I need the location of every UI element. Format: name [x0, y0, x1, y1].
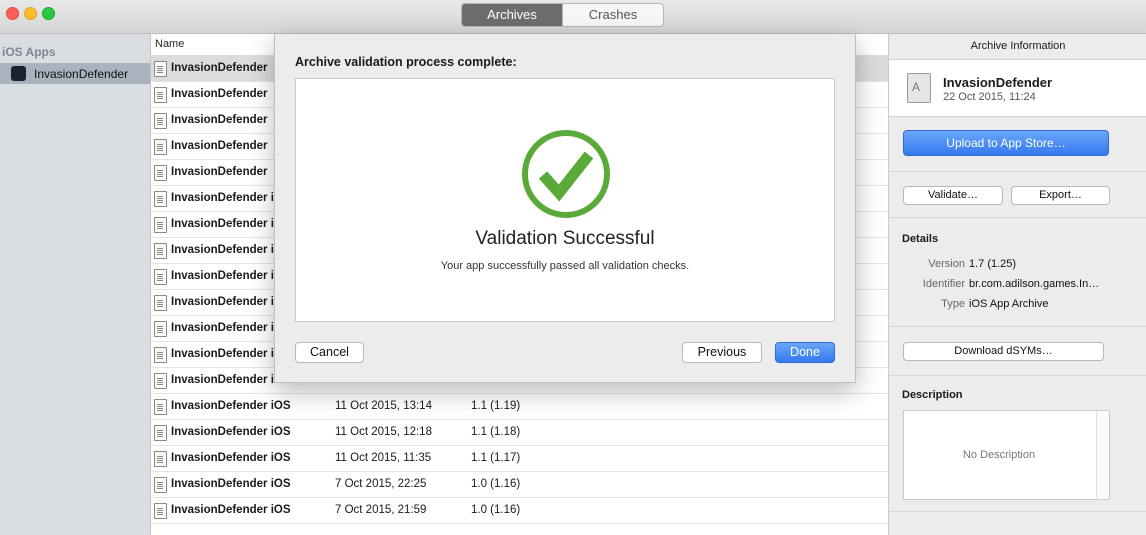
archive-file-icon — [154, 269, 167, 285]
row-name: InvasionDefender i — [171, 192, 274, 204]
dialog-title: Archive validation process complete: — [295, 55, 517, 69]
archive-date: 22 Oct 2015, 11:24 — [943, 91, 1036, 103]
dialog-heading: Validation Successful — [475, 228, 655, 249]
download-dsyms-button[interactable]: Download dSYMs… — [903, 342, 1104, 361]
table-row[interactable]: InvasionDefender iOS 11 Oct 2015, 13:14 1.… — [151, 394, 888, 420]
export-button[interactable]: Export… — [1011, 186, 1110, 205]
archive-file-icon — [154, 295, 167, 311]
archive-file-icon — [154, 373, 167, 389]
sidebar: iOS Apps InvasionDefender — [0, 34, 151, 535]
dialog-message: Your app successfully passed all validat… — [440, 260, 690, 272]
archive-file-icon — [154, 503, 167, 519]
divider — [889, 217, 1146, 218]
archive-info-panel: Archive Information A InvasionDefender 2… — [888, 34, 1146, 535]
row-name: InvasionDefender — [171, 88, 268, 100]
app-icon — [11, 66, 26, 81]
row-name: InvasionDefender — [171, 62, 268, 74]
window-minimize-button[interactable] — [24, 7, 37, 20]
info-panel-title: Archive Information — [889, 34, 1146, 60]
organizer-tab-control: Archives Crashes — [461, 3, 664, 27]
upload-to-app-store-button[interactable]: Upload to App Store… — [903, 130, 1109, 156]
row-date: 11 Oct 2015, 11:35 — [335, 452, 432, 464]
row-name: InvasionDefender i — [171, 296, 274, 308]
row-version: 1.1 (1.17) — [471, 452, 521, 464]
window-close-button[interactable] — [6, 7, 19, 20]
archive-file-icon — [154, 399, 167, 415]
archive-file-icon — [154, 477, 167, 493]
description-field[interactable]: No Description — [903, 410, 1110, 500]
row-version: 1.0 (1.16) — [471, 504, 521, 516]
row-date: 11 Oct 2015, 13:14 — [335, 400, 432, 412]
detail-value-identifier: br.com.adilson.games.In… — [969, 278, 1100, 290]
row-name: InvasionDefender i — [171, 244, 274, 256]
window-titlebar: Archives Crashes — [0, 0, 1146, 34]
row-version: 1.1 (1.18) — [471, 426, 521, 438]
archive-file-icon — [154, 191, 167, 207]
done-button[interactable]: Done — [775, 342, 835, 363]
detail-key-version: Version — [928, 258, 965, 270]
validation-dialog: Archive validation process complete: Val… — [274, 34, 856, 383]
divider — [889, 375, 1146, 376]
tab-archives[interactable]: Archives — [462, 4, 562, 26]
archive-file-icon — [154, 217, 167, 233]
row-name: InvasionDefender — [171, 166, 268, 178]
sidebar-item-invasiondefender[interactable]: InvasionDefender — [0, 63, 150, 84]
description-scrollbar[interactable] — [1096, 411, 1109, 499]
row-name: InvasionDefender i — [171, 218, 274, 230]
detail-value-version: 1.7 (1.25) — [969, 258, 1017, 270]
detail-key-identifier: Identifier — [922, 278, 965, 290]
archive-file-icon — [154, 139, 167, 155]
archive-file-icon — [154, 321, 167, 337]
detail-value-type: iOS App Archive — [969, 298, 1049, 310]
description-heading: Description — [902, 389, 963, 401]
row-date: 7 Oct 2015, 22:25 — [335, 478, 427, 490]
row-name: InvasionDefender iOS — [171, 504, 291, 516]
divider — [889, 171, 1146, 172]
sidebar-heading: iOS Apps — [2, 45, 56, 59]
previous-button[interactable]: Previous — [682, 342, 762, 363]
divider — [889, 511, 1146, 512]
row-version: 1.0 (1.16) — [471, 478, 521, 490]
row-name: InvasionDefender iOS — [171, 400, 291, 412]
row-name: InvasionDefender i — [171, 322, 274, 334]
row-name: InvasionDefender i — [171, 348, 274, 360]
archive-file-icon — [154, 425, 167, 441]
detail-key-type: Type — [941, 298, 965, 310]
cancel-button[interactable]: Cancel — [295, 342, 364, 363]
row-name: InvasionDefender — [171, 114, 268, 126]
dialog-content-panel: Validation Successful Your app successfu… — [295, 78, 835, 322]
window-zoom-button[interactable] — [42, 7, 55, 20]
archive-file-icon — [154, 87, 167, 103]
column-header-name[interactable]: Name — [155, 38, 184, 50]
tab-crashes[interactable]: Crashes — [562, 4, 663, 26]
archive-file-icon — [154, 61, 167, 77]
row-name: InvasionDefender iOS — [171, 452, 291, 464]
table-row[interactable]: InvasionDefender iOS 11 Oct 2015, 11:35 1.… — [151, 446, 888, 472]
sidebar-item-label: InvasionDefender — [34, 66, 129, 81]
row-date: 11 Oct 2015, 12:18 — [335, 426, 432, 438]
row-name: InvasionDefender iOS — [171, 426, 291, 438]
row-name: InvasionDefender — [171, 140, 268, 152]
archive-summary: A InvasionDefender 22 Oct 2015, 11:24 — [889, 60, 1146, 117]
row-version: 1.1 (1.19) — [471, 400, 521, 412]
row-name: InvasionDefender iOS — [171, 374, 291, 386]
row-date: 7 Oct 2015, 21:59 — [335, 504, 427, 516]
row-name: InvasionDefender iOS — [171, 478, 291, 490]
archive-file-icon — [154, 347, 167, 363]
archive-file-icon — [154, 243, 167, 259]
archive-name: InvasionDefender — [943, 75, 1053, 90]
validate-button[interactable]: Validate… — [903, 186, 1003, 205]
table-row[interactable]: InvasionDefender iOS 7 Oct 2015, 21:59 1.0… — [151, 498, 888, 524]
details-heading: Details — [902, 233, 939, 245]
archive-file-icon — [154, 165, 167, 181]
row-name: InvasionDefender i — [171, 270, 274, 282]
table-row[interactable]: InvasionDefender iOS 7 Oct 2015, 22:25 1.0… — [151, 472, 888, 498]
archive-file-icon — [154, 113, 167, 129]
table-row[interactable]: InvasionDefender iOS 11 Oct 2015, 12:18 1.… — [151, 420, 888, 446]
archive-file-icon — [154, 451, 167, 467]
description-placeholder: No Description — [962, 449, 1036, 461]
archive-icon: A — [907, 73, 931, 103]
divider — [889, 326, 1146, 327]
checkmark-circle-icon — [522, 130, 610, 218]
